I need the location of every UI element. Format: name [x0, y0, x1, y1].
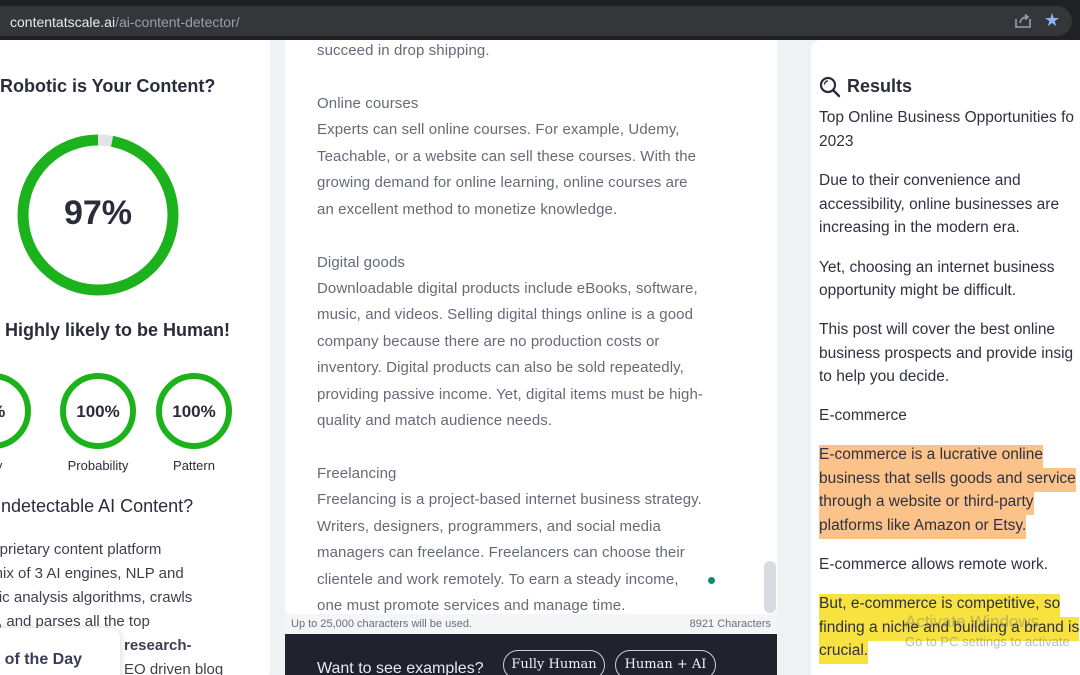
- pattern-label: Pattern: [173, 458, 215, 473]
- description-line: antic analysis algorithms, crawls: [0, 589, 193, 606]
- description-line: a mix of 3 AI engines, NLP and: [0, 565, 184, 582]
- description-line: proprietary content platform: [0, 541, 162, 558]
- editor-line: succeed in drop shipping.: [317, 42, 490, 59]
- fully-human-example-button[interactable]: Fully Human: [503, 650, 605, 675]
- highlighted-line-yellow: crucial.: [819, 641, 869, 664]
- character-limit-note: Up to 25,000 characters will be used.: [291, 618, 472, 630]
- result-line: business prospects and provide insig: [819, 345, 1074, 362]
- editor-line: company because there are no production …: [317, 333, 660, 350]
- result-line: to help you decide.: [819, 368, 950, 385]
- result-line: Top Online Business Opportunities fo: [819, 109, 1075, 126]
- text-cursor-dot: [708, 577, 715, 584]
- human-score-value: 97%: [63, 194, 133, 232]
- undetectable-heading: t Undetectable AI Content?: [0, 496, 194, 516]
- editor-line: providing passive income. Yet, digital i…: [317, 386, 703, 403]
- result-line: This post will cover the best online: [819, 321, 1056, 338]
- editor-line: quality and match audience needs.: [317, 412, 553, 429]
- result-line: increasing in the modern era.: [819, 219, 1020, 236]
- content-editor[interactable]: succeed in drop shipping. Online courses…: [285, 40, 777, 614]
- result-line: Due to their convenience and: [819, 172, 1021, 189]
- editor-line: Freelancing: [317, 465, 397, 482]
- verdict-text: Highly likely to be Human!: [5, 320, 231, 340]
- result-line: E-commerce: [819, 407, 907, 424]
- editor-line: Experts can sell online courses. For exa…: [317, 121, 680, 138]
- editor-line: Freelancing is a project-based internet …: [317, 491, 702, 508]
- editor-line: music, and videos. Selling digital thing…: [317, 306, 694, 323]
- search-icon: [819, 76, 841, 98]
- editor-line: Writers, designers, programmers, and soc…: [317, 518, 661, 535]
- editor-line: an excellent method to monetize knowledg…: [317, 201, 618, 218]
- editor-scrollbar[interactable]: [764, 561, 776, 613]
- result-line: E-commerce allows remote work.: [819, 556, 1049, 573]
- result-line: accessibility, online businesses are: [819, 196, 1060, 213]
- editor-line: Digital goods: [317, 254, 406, 271]
- editor-line: Online courses: [317, 95, 419, 112]
- result-line: 2023: [819, 133, 854, 150]
- share-icon[interactable]: [1014, 13, 1032, 29]
- highlighted-line-orange: E-commerce is a lucrative online: [819, 445, 1043, 468]
- description-line: research-: [124, 637, 192, 654]
- probability-label: Probability: [67, 458, 129, 473]
- result-line: Yet, choosing an internet business: [819, 259, 1055, 276]
- score-panel: ow Robotic is Your Content? 97% Highly l…: [0, 40, 270, 675]
- result-line: opportunity might be difficult.: [819, 282, 1017, 299]
- editor-line: Teachable, or a website can sell these c…: [317, 148, 697, 165]
- editor-line: managers can freelance. Freelancers can …: [317, 544, 685, 561]
- pattern-value: 100%: [172, 402, 216, 421]
- highlighted-line-orange: through a website or third-party: [819, 492, 1034, 515]
- human-ai-example-button[interactable]: Human + AI: [615, 650, 716, 675]
- address-bar[interactable]: contentatscale.ai/ai-content-detector/ ★: [0, 6, 1072, 36]
- predictability-value: 3%: [0, 402, 32, 422]
- editor-footer: Up to 25,000 characters will be used. 89…: [285, 614, 777, 634]
- editor-line: inventory. Digital products can also be …: [317, 359, 684, 376]
- bookmark-star-icon[interactable]: ★: [1044, 10, 1060, 30]
- windows-activation-watermark: Activate Windows: [905, 612, 1040, 631]
- score-title: ow Robotic is Your Content?: [0, 76, 216, 96]
- editor-line: growing demand for online learning, onli…: [317, 174, 688, 191]
- editor-line: clientele and work remotely. To earn a s…: [317, 571, 679, 588]
- examples-prompt: Want to see examples?: [317, 660, 484, 675]
- highlighted-line-orange: business that sells goods and service: [819, 468, 1076, 492]
- results-title: Results: [847, 76, 913, 96]
- url-text[interactable]: contentatscale.ai/ai-content-detector/: [10, 14, 240, 30]
- examples-bar: Want to see examples? Fully Human Human …: [285, 634, 777, 675]
- character-count: 8921 Characters: [689, 618, 771, 630]
- product-of-the-day-badge[interactable]: ct of the Day: [0, 628, 120, 675]
- editor-line: Downloadable digital products include eB…: [317, 280, 698, 297]
- description-line: EO driven blog: [124, 661, 224, 675]
- windows-activation-subtext: Go to PC settings to activate: [905, 634, 1070, 649]
- probability-value: 100%: [76, 402, 120, 421]
- browser-toolbar: contentatscale.ai/ai-content-detector/ ★: [0, 0, 1080, 40]
- predictability-label: tability: [0, 458, 34, 473]
- highlighted-line-orange: platforms like Amazon or Etsy.: [819, 515, 1027, 539]
- editor-line: one must promote services and manage tim…: [317, 597, 626, 614]
- results-panel: Results Top Online Business Opportunitie…: [811, 40, 1080, 675]
